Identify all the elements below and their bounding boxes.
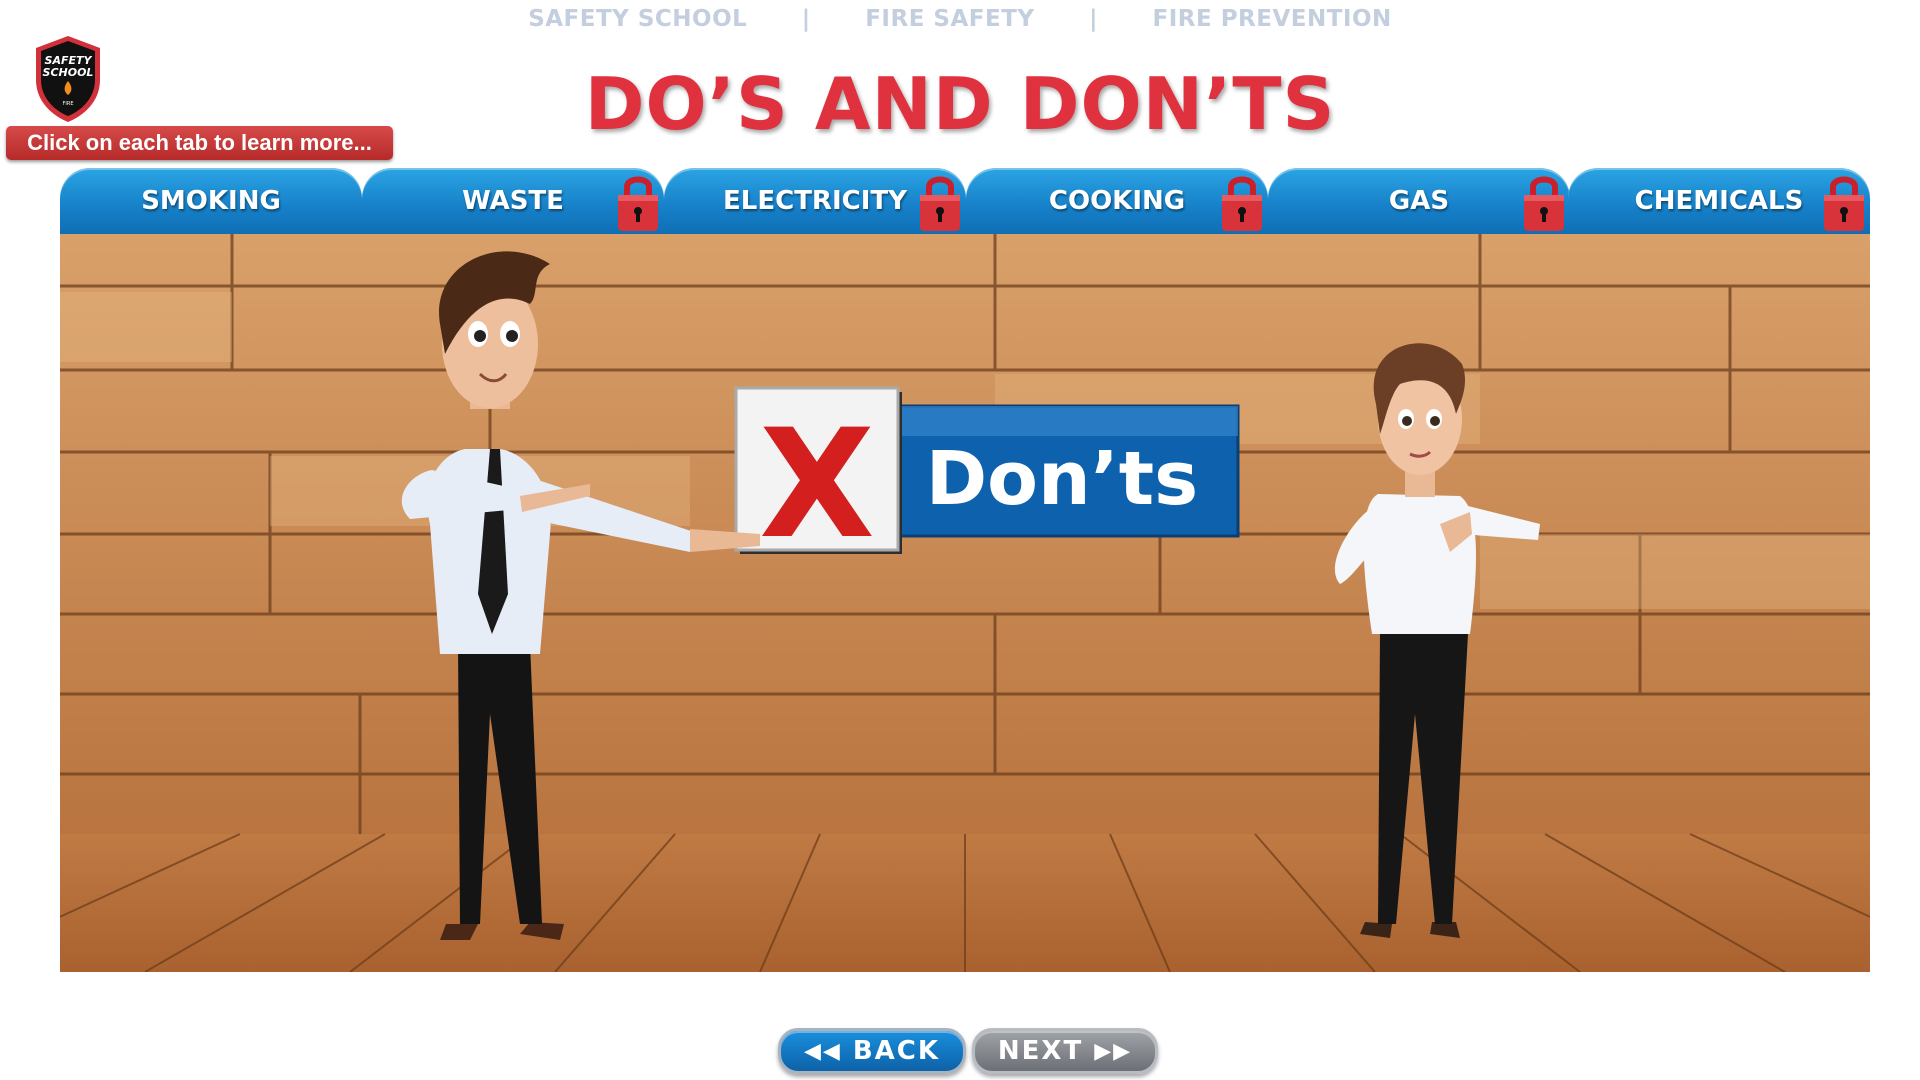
breadcrumb-fire-prevention: FIRE PREVENTION (1152, 6, 1392, 32)
breadcrumb-separator: | (801, 6, 811, 32)
lock-icon (920, 176, 960, 231)
stage-scene: Don’ts X (60, 234, 1870, 972)
x-mark-icon: X (759, 398, 875, 572)
next-button[interactable]: NEXT ▶▶ (972, 1028, 1158, 1074)
double-left-chevron-icon: ◀◀ (803, 1038, 842, 1064)
tab-chemicals[interactable]: CHEMICALS (1568, 168, 1870, 234)
tab-waste[interactable]: WASTE (362, 168, 664, 234)
breadcrumb-fire-safety: FIRE SAFETY (865, 6, 1035, 32)
instruction-banner: Click on each tab to learn more... (6, 126, 393, 160)
tab-gas[interactable]: GAS (1268, 168, 1570, 234)
back-label: BACK (852, 1036, 941, 1066)
lock-icon (1222, 176, 1262, 231)
double-right-chevron-icon: ▶▶ (1094, 1038, 1133, 1064)
lock-icon (618, 176, 658, 231)
back-button[interactable]: ◀◀ BACK (778, 1028, 966, 1074)
breadcrumb-separator: | (1089, 6, 1098, 32)
tab-label: SMOKING (141, 186, 281, 216)
tab-cooking[interactable]: COOKING (966, 168, 1268, 234)
lock-icon (1824, 176, 1864, 231)
tab-electricity[interactable]: ELECTRICITY (664, 168, 966, 234)
breadcrumb-safety-school: SAFETY SCHOOL (528, 6, 748, 32)
lesson-stage: Don’ts X (60, 234, 1870, 972)
breadcrumb: SAFETY SCHOOL | FIRE SAFETY | FIRE PREVE… (0, 6, 1920, 32)
topic-tabs: SMOKING WASTE ELECTRICITY COOKING GAS CH… (60, 168, 1870, 234)
next-label: NEXT (997, 1036, 1084, 1066)
donts-label: Don’ts (926, 436, 1198, 522)
tab-smoking[interactable]: SMOKING (60, 168, 362, 234)
lock-icon (1524, 176, 1564, 231)
